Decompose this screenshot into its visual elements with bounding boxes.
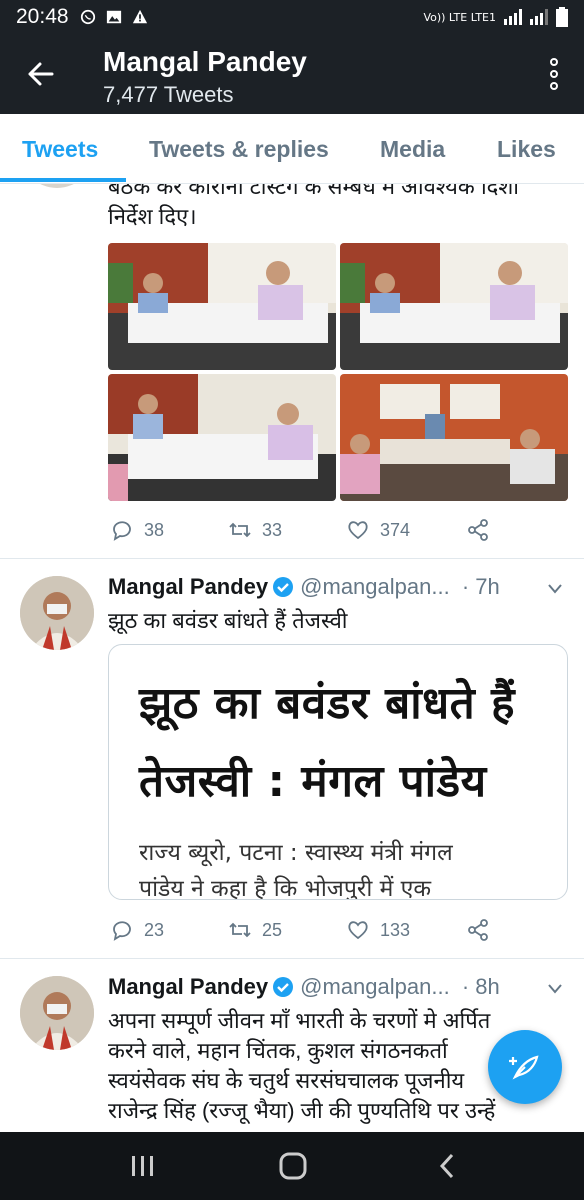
signal-2-icon	[530, 9, 548, 25]
author-handle[interactable]: @mangalpan...	[300, 574, 450, 599]
tab-media[interactable]: Media	[380, 136, 445, 163]
status-time: 20:48	[16, 5, 69, 28]
share-icon	[468, 519, 488, 541]
profile-name-title: Mangal Pandey	[103, 46, 307, 77]
retweet-count: 33	[262, 519, 283, 540]
like-count: 374	[380, 519, 411, 540]
profile-tabs: Tweets Tweets & replies Media Likes	[0, 114, 584, 184]
compose-feather-icon	[509, 1055, 539, 1080]
network-label: Vo)) LTE LTE1	[423, 10, 496, 24]
like-button[interactable]: 133	[346, 918, 410, 942]
warning-icon	[132, 9, 147, 24]
avatar[interactable]	[20, 576, 94, 650]
compose-tweet-button[interactable]	[488, 1030, 562, 1104]
tweet-text-line: अपना सम्पूर्ण जीवन माँ भारती के चरणों मे…	[108, 1008, 491, 1033]
news-clipping-image[interactable]: झूठ का बवंडर बांधते हैं तेजस्वी : मंगल प…	[108, 644, 568, 900]
reply-count: 38	[144, 519, 165, 540]
back-icon[interactable]	[432, 1152, 462, 1180]
author-name[interactable]: Mangal Pandey	[108, 574, 268, 599]
meeting-photo-1[interactable]	[108, 243, 336, 370]
tweet-actions: 23 25 133	[110, 918, 580, 948]
tab-tweets-replies[interactable]: Tweets & replies	[149, 136, 329, 163]
tab-likes[interactable]: Likes	[497, 136, 556, 163]
tweet-text-line: राजेन्द्र सिंह (रज्जू भैया) जी की पुण्यत…	[108, 1098, 496, 1123]
app-bar: Mangal Pandey 7,477 Tweets	[0, 34, 584, 114]
verified-badge-icon	[273, 577, 294, 597]
tweet-divider	[0, 558, 584, 559]
like-count: 133	[380, 919, 411, 940]
retweet-count: 25	[262, 919, 283, 940]
tweet-time: · 8h	[461, 974, 500, 999]
signal-icon	[504, 9, 522, 25]
tweet-header: Mangal Pandey @mangalpan... · 7h	[108, 574, 500, 600]
home-icon[interactable]	[278, 1152, 308, 1180]
author-name[interactable]: Mangal Pandey	[108, 974, 268, 999]
author-handle[interactable]: @mangalpan...	[300, 974, 450, 999]
retweet-icon	[229, 922, 251, 938]
tab-indicator	[0, 178, 126, 182]
news-body-line: राज्य ब्यूरो, पटना : स्वास्थ्य मंत्री मं…	[139, 840, 453, 866]
tweet-text-line: निर्देश दिए।	[108, 204, 197, 229]
meeting-photo-3[interactable]	[108, 374, 336, 501]
recent-apps-icon[interactable]	[128, 1152, 158, 1180]
news-body-line: पांडेय ने कहा है कि भोजपुरी में एक	[139, 876, 432, 900]
retweet-button[interactable]: 33	[228, 518, 282, 542]
avatar[interactable]	[20, 976, 94, 1050]
status-bar: 20:48 Vo)) LTE LTE1	[0, 0, 584, 34]
tab-tweets[interactable]: Tweets	[22, 136, 98, 163]
timeline[interactable]: बैठक कर कोरोना टेस्टिंग के सम्बंध में आव…	[0, 184, 584, 1132]
retweet-button[interactable]: 25	[228, 918, 282, 942]
heart-icon	[348, 921, 368, 940]
tweet-text-line: बैठक कर कोरोना टेस्टिंग के सम्बंध में आव…	[108, 184, 519, 199]
meeting-photo-4[interactable]	[340, 374, 568, 501]
battery-icon	[556, 7, 568, 27]
tweet-count: 7,477 Tweets	[103, 82, 234, 107]
reply-icon	[113, 921, 131, 941]
tweet-time: · 7h	[461, 574, 500, 599]
meeting-photo-2[interactable]	[340, 243, 568, 370]
chevron-down-icon[interactable]	[548, 584, 562, 594]
share-icon	[468, 919, 488, 941]
retweet-icon	[229, 522, 251, 538]
share-button[interactable]	[466, 918, 490, 942]
heart-icon	[348, 521, 368, 540]
back-arrow-icon[interactable]	[22, 56, 58, 92]
tweet-text: झूठ का बवंडर बांधते हैं तेजस्वी	[108, 608, 348, 633]
news-headline-line: झूठ का बवंडर बांधते हैं	[139, 678, 515, 729]
more-options-icon[interactable]	[548, 56, 560, 92]
whatsapp-icon	[80, 9, 95, 25]
reply-button[interactable]: 38	[110, 518, 164, 542]
tweet-header: Mangal Pandey @mangalpan... · 8h	[108, 974, 500, 1000]
system-navigation-bar	[0, 1132, 584, 1200]
verified-badge-icon	[273, 977, 294, 997]
gallery-icon	[106, 10, 121, 24]
chevron-down-icon[interactable]	[548, 984, 562, 994]
status-right: Vo)) LTE LTE1	[423, 7, 568, 27]
tweet-actions: 38 33 374	[110, 518, 580, 548]
avatar[interactable]	[20, 184, 94, 188]
reply-count: 23	[144, 919, 165, 940]
share-button[interactable]	[466, 518, 490, 542]
reply-icon	[113, 521, 131, 541]
like-button[interactable]: 374	[346, 518, 410, 542]
reply-button[interactable]: 23	[110, 918, 164, 942]
tweet-divider	[0, 958, 584, 959]
news-headline-line: तेजस्वी : मंगल पांडेय	[139, 756, 487, 807]
